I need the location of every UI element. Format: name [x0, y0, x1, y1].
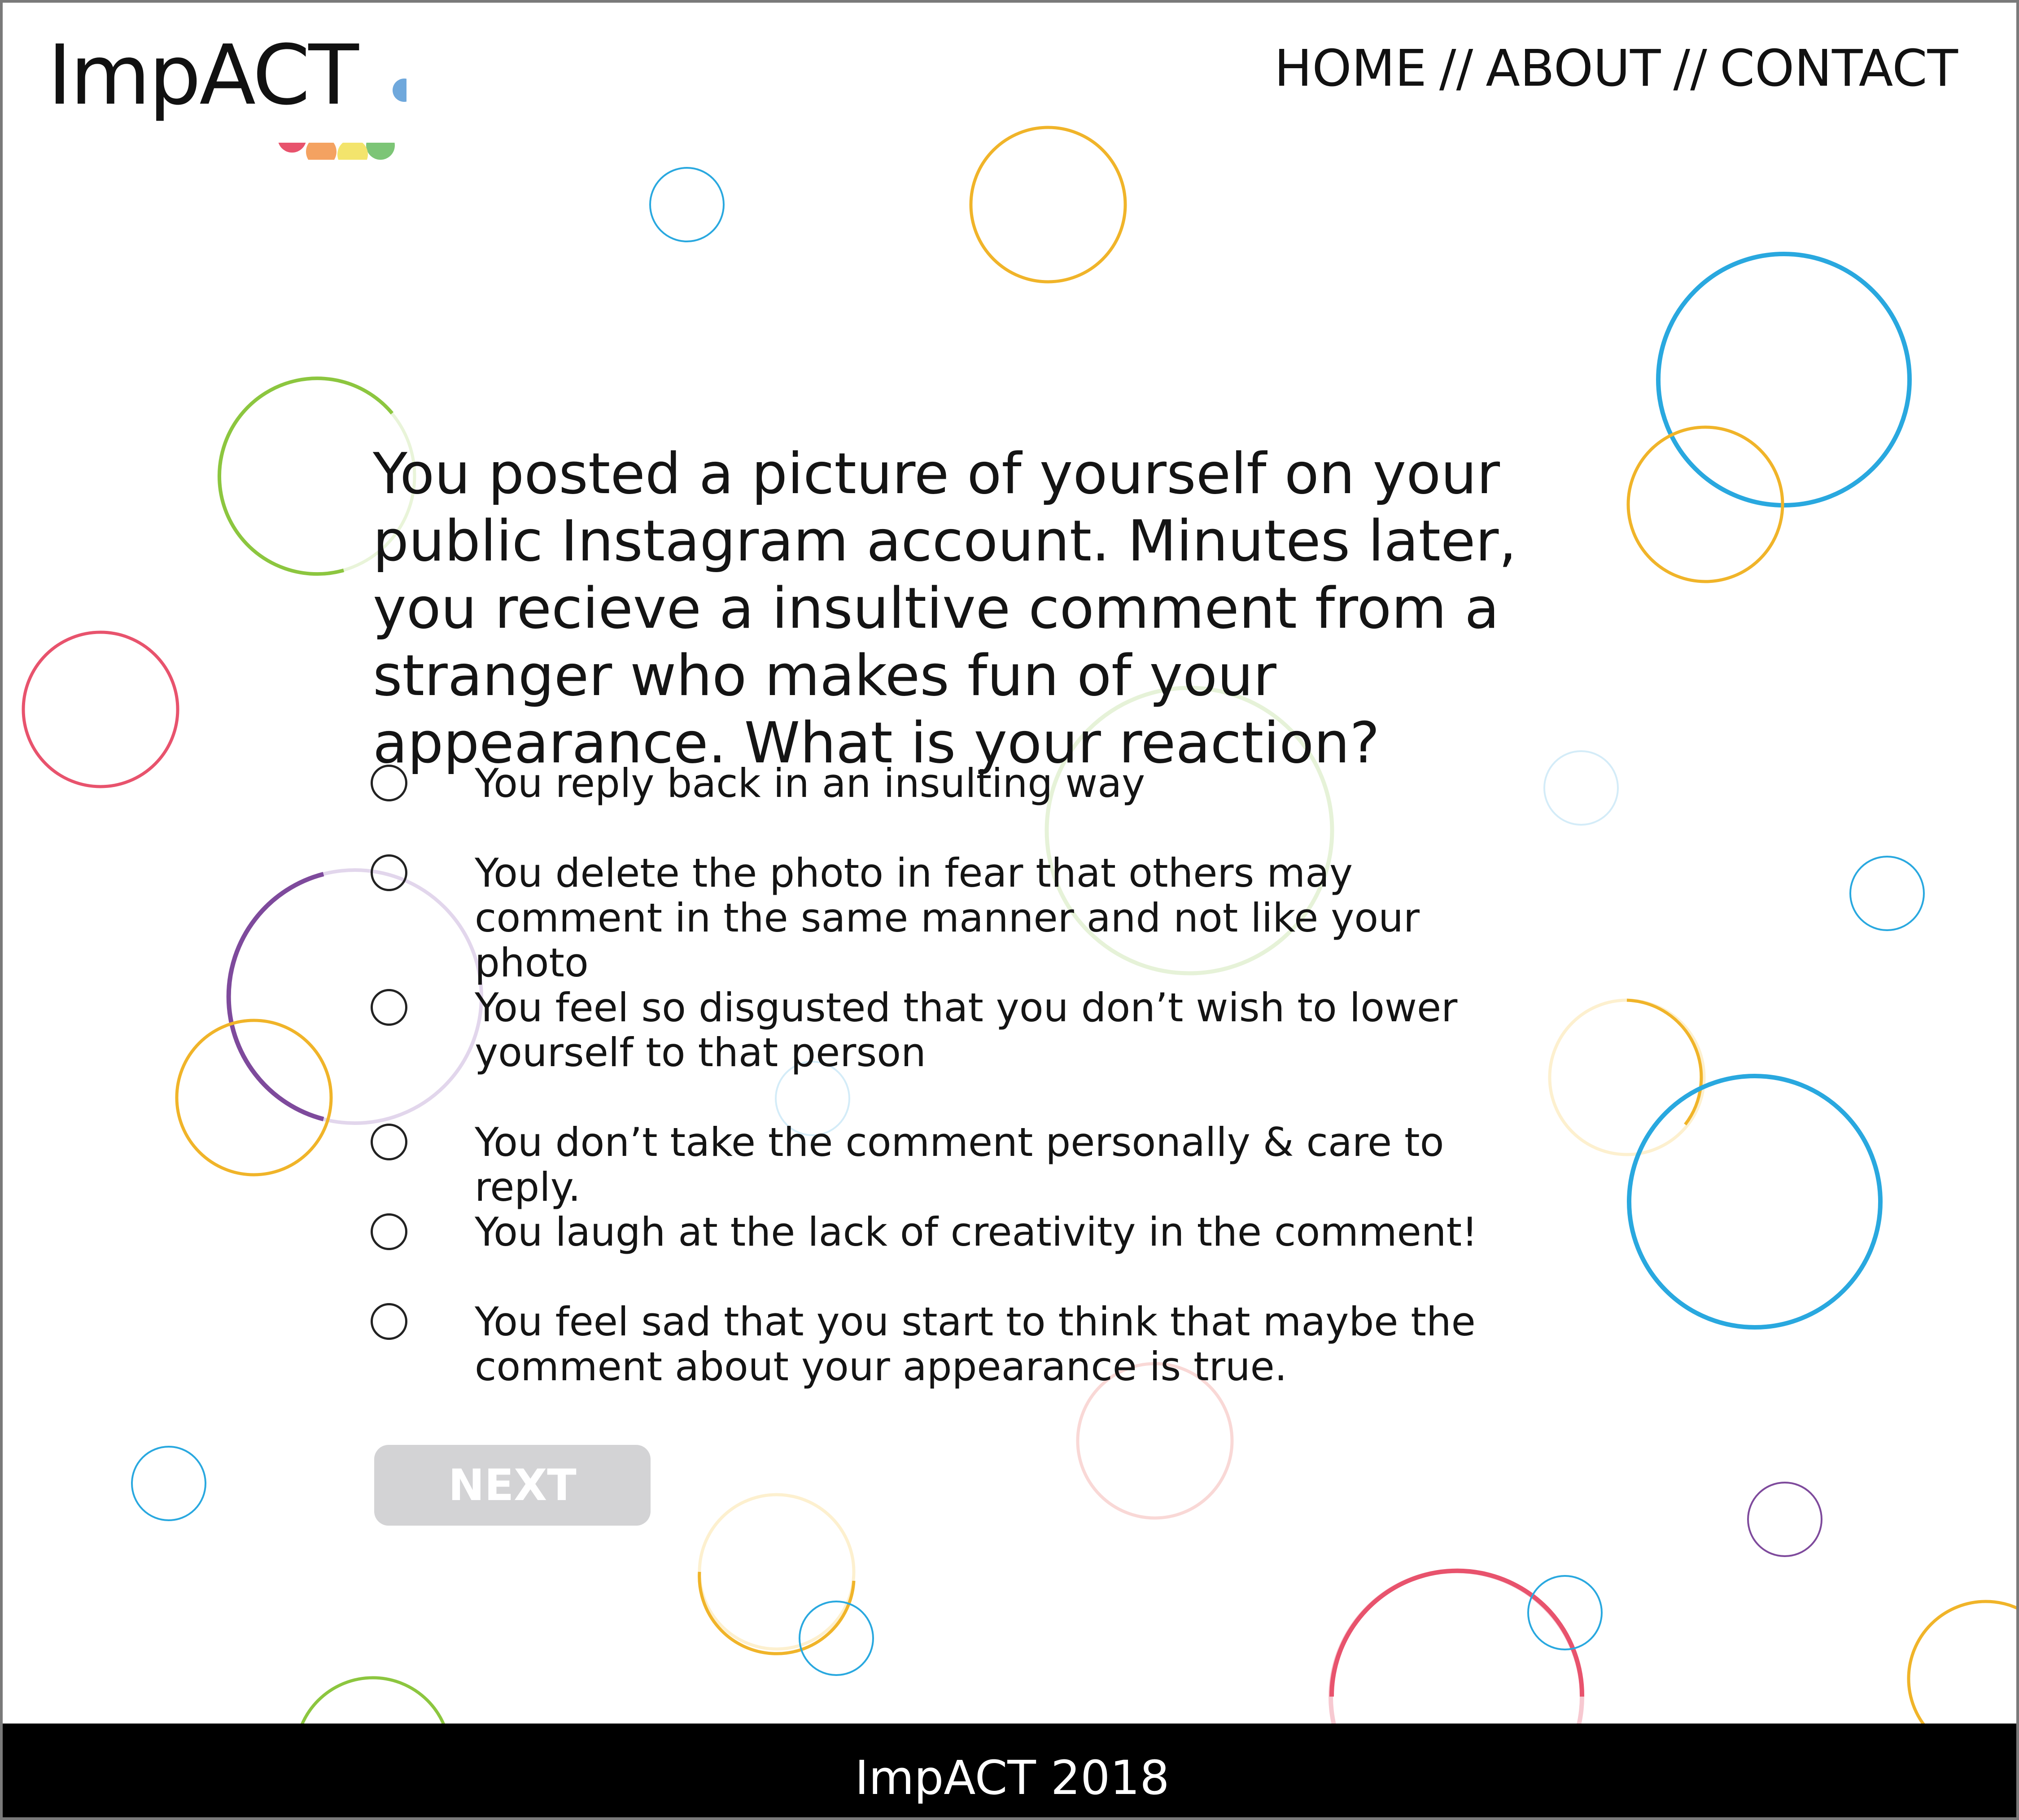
radio-button[interactable] — [371, 1213, 407, 1250]
radio-button[interactable] — [371, 1303, 407, 1340]
nav-separator: // — [1673, 39, 1707, 98]
top-navigation: HOME//ABOUT//CONTACT — [1274, 39, 1958, 98]
deco-circle — [649, 167, 725, 242]
deco-circle — [698, 1493, 856, 1651]
nav-about-link[interactable]: ABOUT — [1486, 39, 1661, 98]
logo-text: ImpACT — [48, 27, 359, 123]
radio-button[interactable] — [371, 765, 407, 801]
answer-option[interactable]: You laugh at the lack of creativity in t… — [371, 1210, 1520, 1255]
page-frame: ImpACT HOME//ABOUT//CONTACT You posted a… — [0, 0, 2019, 1820]
deco-circle — [1849, 856, 1925, 931]
footer: ImpACT 2018 — [3, 1724, 2016, 1817]
deco-circle — [1747, 1482, 1822, 1557]
answer-option-label[interactable]: You don’t take the comment personally & … — [475, 1120, 1520, 1210]
nav-home-link[interactable]: HOME — [1274, 39, 1427, 98]
deco-circle — [799, 1601, 874, 1676]
answer-option[interactable]: You don’t take the comment personally & … — [371, 1120, 1520, 1210]
radio-button[interactable] — [371, 1124, 407, 1160]
deco-arc — [698, 1571, 856, 1655]
answer-option[interactable]: You feel sad that you start to think tha… — [371, 1299, 1520, 1389]
deco-circle — [175, 1019, 333, 1177]
nav-contact-link[interactable]: CONTACT — [1720, 39, 1958, 98]
answer-option[interactable]: You delete the photo in fear that others… — [371, 851, 1520, 985]
answer-option-label[interactable]: You laugh at the lack of creativity in t… — [475, 1210, 1520, 1255]
deco-circle — [1656, 252, 1912, 508]
deco-circle — [1627, 1074, 1883, 1330]
question-text: You posted a picture of yourself on your… — [373, 441, 1517, 776]
answer-option[interactable]: You feel so disgusted that you don’t wis… — [371, 985, 1520, 1075]
deco-arc — [226, 872, 324, 1121]
radio-button[interactable] — [371, 854, 407, 891]
deco-circle — [22, 630, 179, 788]
answer-option-label[interactable]: You feel so disgusted that you don’t wis… — [475, 985, 1520, 1075]
answer-option-label[interactable]: You reply back in an insulting way — [475, 761, 1520, 806]
deco-circle — [1527, 1575, 1603, 1650]
radio-button[interactable] — [371, 989, 407, 1026]
next-button[interactable]: NEXT — [374, 1445, 651, 1526]
deco-circle — [969, 126, 1127, 284]
footer-text: ImpACT 2018 — [855, 1750, 1170, 1805]
nav-separator: // — [1439, 39, 1473, 98]
answer-option-label[interactable]: You feel sad that you start to think tha… — [475, 1299, 1520, 1389]
deco-arc — [218, 376, 394, 576]
answer-option-label[interactable]: You delete the photo in fear that others… — [475, 851, 1520, 985]
deco-arc — [1626, 998, 1703, 1126]
logo[interactable]: ImpACT — [48, 34, 406, 160]
deco-arc — [1329, 1568, 1585, 1697]
answer-option[interactable]: You reply back in an insulting way — [371, 761, 1520, 806]
deco-circle — [131, 1446, 206, 1521]
